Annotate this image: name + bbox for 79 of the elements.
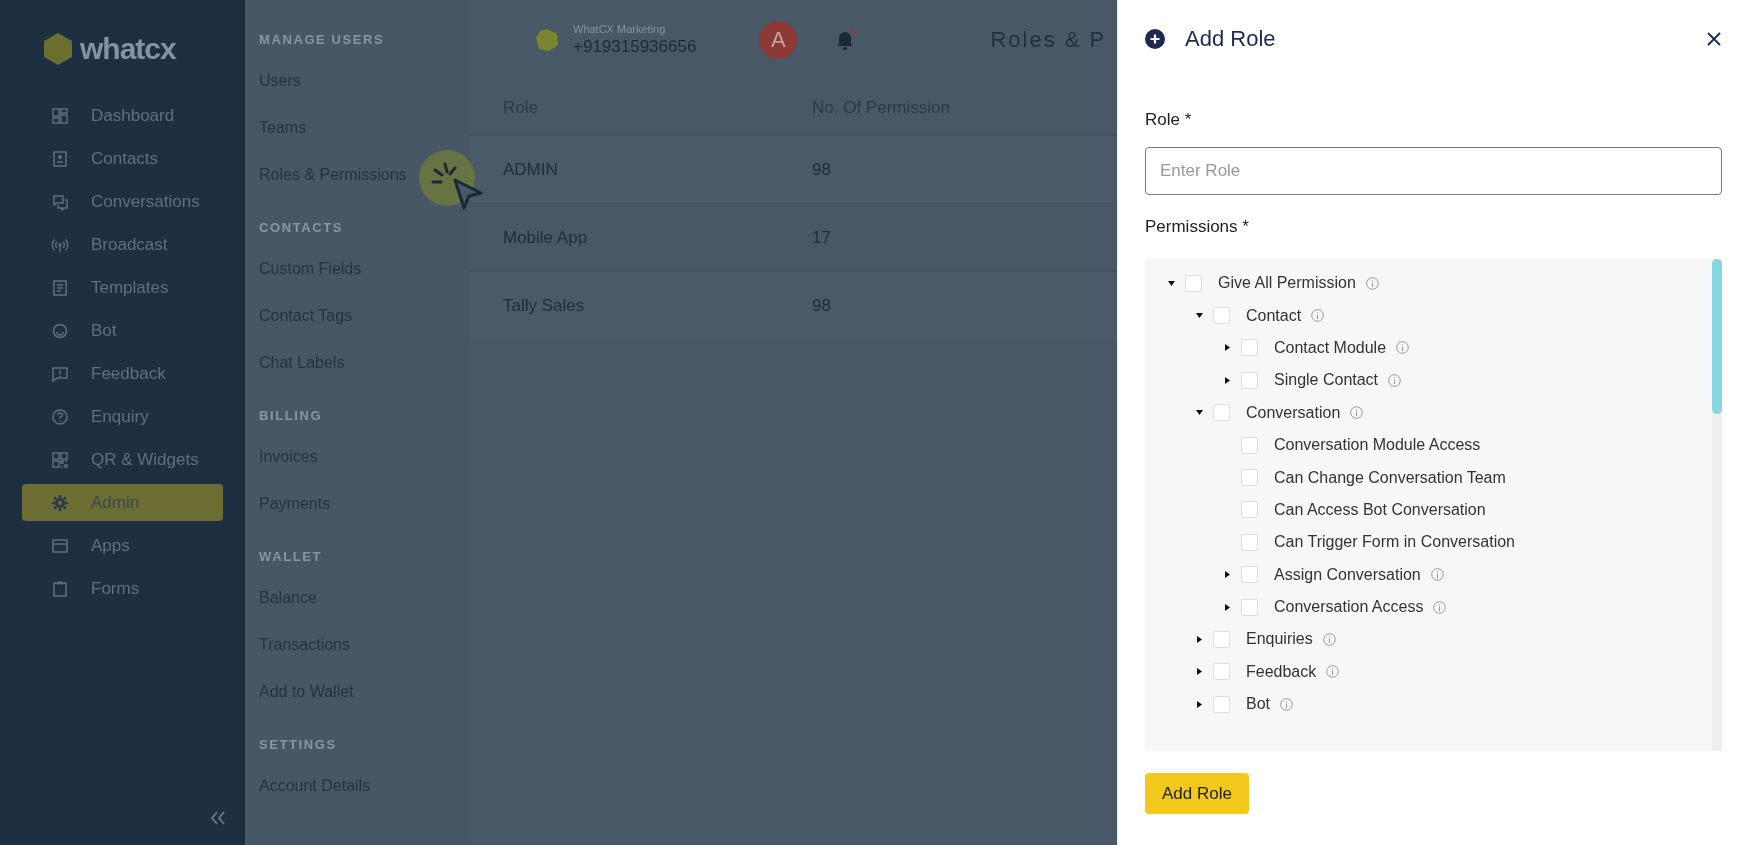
sidebar-item[interactable]: Apps bbox=[22, 527, 223, 564]
sidebar-item[interactable]: Enquiry bbox=[22, 398, 223, 435]
checkbox[interactable] bbox=[1241, 533, 1258, 551]
field-label: Role * bbox=[1145, 110, 1193, 130]
checkbox[interactable] bbox=[1185, 274, 1202, 292]
smiley-bubble-icon bbox=[51, 321, 69, 340]
section-heading: MANAGE USERS bbox=[259, 32, 385, 47]
permission-label: Give All Permission bbox=[1218, 274, 1356, 293]
permission-label: Conversation Module Access bbox=[1274, 436, 1481, 455]
contact-card-icon bbox=[51, 149, 69, 168]
role-input-field[interactable]: Enter Role bbox=[1145, 147, 1722, 195]
caret-icon[interactable] bbox=[1195, 312, 1204, 320]
caret-icon[interactable] bbox=[1167, 279, 1176, 287]
caret-icon[interactable] bbox=[1196, 635, 1203, 644]
section-heading: CONTACTS bbox=[259, 220, 344, 235]
permission-label: Contact Module bbox=[1274, 338, 1387, 357]
gear-icon bbox=[51, 493, 69, 512]
caret-icon[interactable] bbox=[1196, 699, 1203, 709]
caret-icon[interactable] bbox=[1224, 375, 1231, 385]
sidebar-item[interactable]: Contacts bbox=[22, 140, 223, 177]
checkbox[interactable] bbox=[1241, 469, 1258, 487]
permission-label: Assign Conversation bbox=[1274, 565, 1421, 584]
caret-icon[interactable] bbox=[1224, 343, 1231, 353]
permission-label: Can Trigger Form in Conversation bbox=[1274, 533, 1515, 552]
sidebar-item[interactable]: Conversations bbox=[22, 183, 223, 220]
caret-icon[interactable] bbox=[1196, 667, 1203, 677]
hexagon-logo-icon bbox=[535, 28, 559, 52]
add-role-button[interactable]: Add Role bbox=[1145, 773, 1249, 814]
caret-icon[interactable] bbox=[1195, 409, 1204, 417]
permission-label: Conversation bbox=[1246, 403, 1341, 422]
collapse-chevrons-icon[interactable] bbox=[209, 809, 227, 827]
account-name: WhatCX Marketing bbox=[573, 23, 667, 35]
question-circle-icon bbox=[51, 407, 69, 426]
section-heading: SETTINGS bbox=[259, 737, 337, 752]
sidebar-item[interactable]: Bot bbox=[22, 312, 223, 349]
qr-code-icon bbox=[51, 450, 69, 469]
clipboard-icon bbox=[51, 579, 69, 598]
plus-circle-icon bbox=[1145, 29, 1165, 49]
section-heading: WALLET bbox=[259, 549, 323, 564]
checkbox[interactable] bbox=[1213, 695, 1230, 713]
permission-label: Enquiries bbox=[1246, 630, 1313, 649]
logo-text: whatcx bbox=[80, 31, 176, 66]
sidebar-item[interactable]: Forms bbox=[22, 570, 223, 607]
checkbox[interactable] bbox=[1241, 566, 1258, 584]
window-icon bbox=[51, 536, 69, 555]
permission-label: Contact bbox=[1246, 306, 1302, 325]
checkbox[interactable] bbox=[1213, 663, 1230, 681]
sidebar-item[interactable]: Broadcast bbox=[22, 226, 223, 263]
checkbox[interactable] bbox=[1213, 404, 1230, 422]
permission-label: Bot bbox=[1246, 695, 1270, 714]
checkbox[interactable] bbox=[1213, 631, 1230, 648]
grid-icon bbox=[51, 106, 69, 125]
caret-icon[interactable] bbox=[1224, 602, 1231, 612]
permission-label: Conversation Access bbox=[1274, 598, 1424, 617]
permission-label: Single Contact bbox=[1274, 371, 1379, 390]
caret-icon[interactable] bbox=[1224, 570, 1231, 580]
permission-label: Feedback bbox=[1246, 662, 1317, 681]
sidebar-item[interactable]: Dashboard bbox=[22, 97, 223, 134]
checkbox[interactable] bbox=[1213, 307, 1230, 325]
section-heading: BILLING bbox=[259, 408, 323, 423]
close-icon[interactable] bbox=[1706, 31, 1722, 47]
permission-label: Can Change Conversation Team bbox=[1274, 468, 1506, 487]
checkbox[interactable] bbox=[1241, 371, 1258, 389]
field-label: Permissions * bbox=[1145, 217, 1250, 237]
checkbox[interactable] bbox=[1241, 339, 1258, 357]
checkbox[interactable] bbox=[1241, 436, 1258, 454]
sidebar-item[interactable]: Feedback bbox=[22, 355, 223, 392]
alert-message-icon bbox=[51, 364, 69, 383]
drawer-title: Add Role bbox=[1185, 26, 1277, 52]
scrollbar-thumb[interactable] bbox=[1712, 259, 1722, 414]
bell-icon[interactable] bbox=[835, 29, 858, 51]
document-icon bbox=[51, 278, 69, 297]
checkbox[interactable] bbox=[1241, 501, 1258, 519]
chat-bubbles-icon bbox=[51, 192, 69, 211]
permission-label: Can Access Bot Conversation bbox=[1274, 500, 1486, 519]
sidebar-item[interactable]: QR & Widgets bbox=[22, 441, 223, 478]
sidebar-item[interactable]: Templates bbox=[22, 269, 223, 306]
checkbox[interactable] bbox=[1241, 598, 1258, 616]
avatar[interactable]: A bbox=[759, 21, 798, 59]
